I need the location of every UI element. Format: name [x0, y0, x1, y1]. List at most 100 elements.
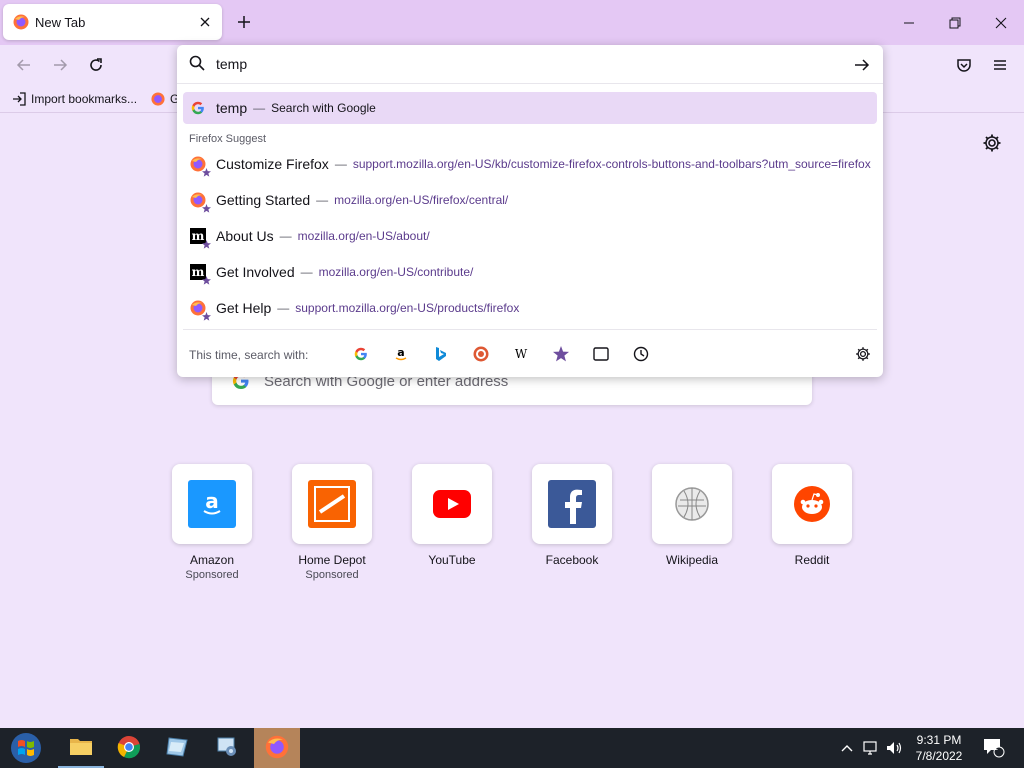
taskbar-firefox[interactable] [254, 728, 300, 768]
notification-count: 1 [993, 742, 999, 752]
taskbar-app-4[interactable] [204, 728, 250, 768]
bookmarks-icon[interactable] [551, 344, 571, 364]
tile-label: YouTube [428, 553, 476, 567]
suggestion-url: support.mozilla.org/en-US/products/firef… [295, 301, 520, 315]
tabs-icon[interactable] [591, 344, 611, 364]
sponsored-label: Sponsored [305, 569, 359, 581]
menu-icon[interactable] [986, 51, 1014, 79]
pocket-icon[interactable] [950, 51, 978, 79]
volume-icon[interactable] [884, 728, 904, 768]
result-separator: — [316, 193, 329, 207]
urlbar-results-panel: temp — Search with Google Firefox Sugges… [177, 45, 883, 377]
tile-label: Wikipedia [665, 553, 719, 567]
top-site-facebook[interactable]: Facebook [532, 464, 612, 567]
clock-date: 7/8/2022 [915, 749, 963, 763]
taskbar-app-3[interactable] [154, 728, 200, 768]
svg-text:a: a [205, 489, 219, 513]
close-tab-icon[interactable] [194, 11, 216, 33]
suggestion-url: support.mozilla.org/en-US/kb/customize-f… [352, 157, 871, 171]
search-icon [189, 55, 207, 73]
reload-button[interactable] [82, 51, 110, 79]
bookmark-star-icon [202, 168, 211, 177]
app-window-icon [165, 736, 189, 761]
urlbar [177, 45, 883, 84]
mozilla-icon: m [190, 264, 211, 285]
result-title: temp [216, 100, 248, 116]
top-site-home-depot[interactable]: Home Depot Sponsored [292, 464, 372, 581]
firefox-icon [190, 156, 211, 177]
tab-title: New Tab [35, 14, 86, 30]
svg-text:W: W [515, 347, 528, 361]
duckduckgo-icon[interactable] [471, 344, 491, 364]
taskbar-file-explorer[interactable] [58, 728, 104, 768]
firefox-icon [13, 14, 29, 30]
result-separator: — [334, 157, 347, 171]
amazon-icon: a [188, 480, 236, 528]
forward-button[interactable] [46, 51, 74, 79]
top-site-reddit[interactable]: Reddit [772, 464, 852, 567]
one-off-label: This time, search with: [189, 348, 309, 362]
google-icon [190, 100, 206, 116]
taskbar-chrome[interactable] [106, 728, 152, 768]
tab-new-tab[interactable]: New Tab [3, 4, 222, 40]
tile-card [772, 464, 852, 544]
search-settings-gear-icon[interactable] [853, 344, 873, 364]
suggestion-title: Get Involved [216, 264, 295, 280]
system-clock[interactable]: 9:31 PM 7/8/2022 [908, 732, 970, 764]
bookmark-star-icon [202, 204, 211, 213]
bookmark-getting-started[interactable]: G [151, 89, 179, 109]
clock-time: 9:31 PM [916, 733, 962, 747]
control-panel-icon [215, 735, 239, 762]
tile-card [652, 464, 732, 544]
result-separator: — [253, 101, 266, 115]
suggestion-row[interactable]: Getting Started — mozilla.org/en-US/fire… [183, 184, 877, 216]
bookmark-star-icon [202, 240, 211, 249]
firefox-icon [190, 192, 211, 213]
close-window-button[interactable] [978, 0, 1024, 45]
youtube-icon [428, 480, 476, 528]
suggestion-row[interactable]: m About Us — mozilla.org/en-US/about/ [183, 220, 877, 252]
go-arrow-icon[interactable] [851, 54, 873, 76]
search-suggestion-row[interactable]: temp — Search with Google [183, 92, 877, 124]
tile-label: Home Depot [298, 553, 366, 567]
suggestion-title: About Us [216, 228, 274, 244]
tile-card [532, 464, 612, 544]
bing-icon[interactable] [431, 344, 451, 364]
tile-card [412, 464, 492, 544]
facebook-icon [548, 480, 596, 528]
tile-label: Facebook [545, 553, 599, 567]
top-site-wikipedia[interactable]: Wikipedia [652, 464, 732, 567]
suggestion-title: Customize Firefox [216, 156, 329, 172]
suggestion-title: Getting Started [216, 192, 311, 208]
suggestion-url: mozilla.org/en-US/about/ [297, 229, 430, 243]
top-site-amazon[interactable]: a Amazon Sponsored [172, 464, 252, 581]
suggestion-url: mozilla.org/en-US/firefox/central/ [334, 193, 509, 207]
show-hidden-icons-chevron[interactable] [838, 728, 856, 768]
restore-button[interactable] [932, 0, 978, 45]
home-depot-icon [308, 480, 356, 528]
google-icon[interactable] [351, 344, 371, 364]
network-icon[interactable] [861, 728, 881, 768]
import-bookmarks-item[interactable]: Import bookmarks... [12, 89, 137, 109]
suggestion-row[interactable]: Get Help — support.mozilla.org/en-US/pro… [183, 292, 877, 324]
firefox-icon [151, 92, 165, 106]
suggestion-row[interactable]: Customize Firefox — support.mozilla.org/… [183, 148, 877, 180]
bookmark-star-icon [202, 276, 211, 285]
history-icon[interactable] [631, 344, 651, 364]
wikipedia-icon [668, 480, 716, 528]
svg-text:a: a [397, 346, 404, 359]
reddit-icon [788, 480, 836, 528]
new-tab-button[interactable] [231, 9, 257, 35]
start-button[interactable] [6, 730, 46, 766]
action-center-icon[interactable]: 1 [980, 728, 1008, 768]
minimize-button[interactable] [886, 0, 932, 45]
back-button[interactable] [10, 51, 38, 79]
urlbar-input[interactable] [216, 56, 836, 72]
wikipedia-icon[interactable]: W [511, 344, 531, 364]
top-site-youtube[interactable]: YouTube [412, 464, 492, 567]
tile-label: Amazon [189, 553, 235, 567]
amazon-icon[interactable]: a [391, 344, 411, 364]
suggestion-row[interactable]: m Get Involved — mozilla.org/en-US/contr… [183, 256, 877, 288]
tab-strip: New Tab [0, 0, 1024, 45]
gear-icon[interactable] [982, 133, 1004, 155]
